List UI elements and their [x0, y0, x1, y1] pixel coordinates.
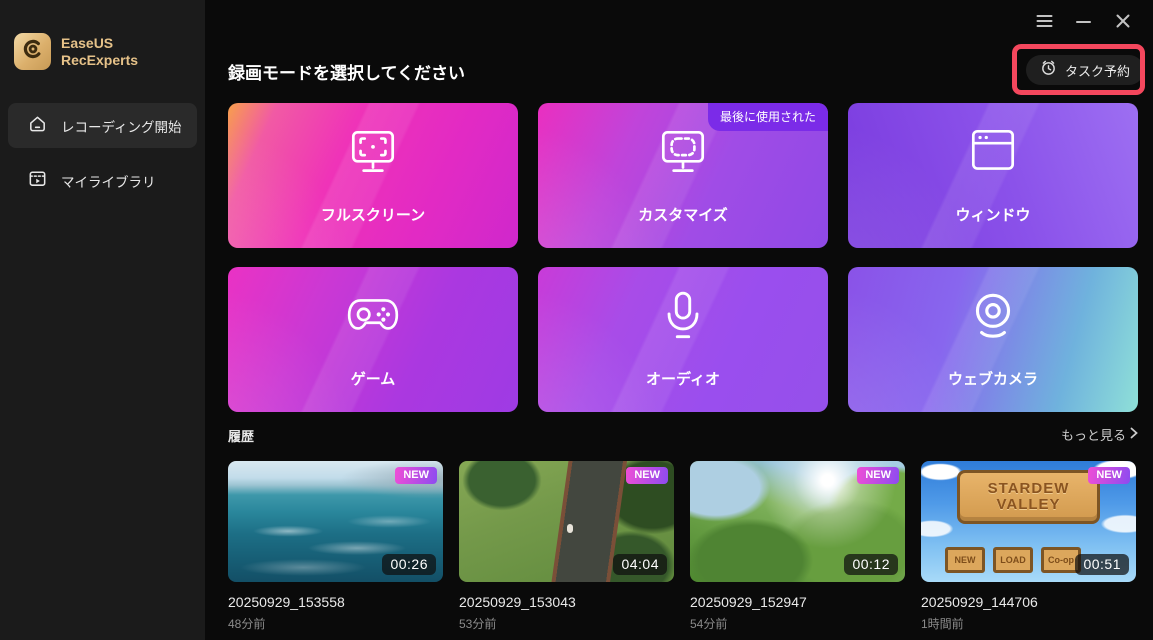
- close-icon: [1116, 14, 1130, 33]
- recording-filename: 20250929_144706: [921, 594, 1038, 610]
- mode-card-label: ゲーム: [350, 371, 396, 388]
- app-window: EaseUS RecExperts レコーディング開始 マイライブラリ 録画モー…: [0, 0, 1153, 640]
- mode-card-label: ウェブカメラ: [947, 371, 1038, 388]
- brand-line1: EaseUS: [61, 35, 114, 51]
- mode-card-label: オーディオ: [646, 371, 720, 388]
- window-menu-button[interactable]: [1033, 12, 1055, 34]
- duration-badge: 04:04: [613, 554, 667, 575]
- recording-filename: 20250929_153043: [459, 594, 576, 610]
- gamepad-icon: [344, 289, 402, 348]
- new-badge: NEW: [1088, 467, 1130, 484]
- history-thumbnail-park[interactable]: NEW 04:04: [459, 461, 674, 582]
- see-more-label: もっと見る: [1060, 428, 1126, 443]
- sidebar-item-label: レコーディング開始: [61, 119, 182, 135]
- webcam-icon: [964, 289, 1022, 348]
- mode-card-audio[interactable]: オーディオ: [538, 267, 828, 412]
- app-window-icon: [964, 125, 1022, 184]
- history-thumbnail-ocean[interactable]: NEW 00:26: [228, 461, 443, 582]
- game-title-sign: STARDEW VALLEY: [957, 470, 1100, 524]
- mode-card-label: カスタマイズ: [638, 207, 728, 224]
- hamburger-menu-icon: [1036, 14, 1053, 33]
- duration-badge: 00:26: [382, 554, 436, 575]
- mode-card-window[interactable]: ウィンドウ: [848, 103, 1138, 248]
- history-thumbnail-leaves[interactable]: NEW 00:12: [690, 461, 905, 582]
- chevron-right-icon: [1130, 426, 1138, 444]
- mode-card-webcam[interactable]: ウェブカメラ: [848, 267, 1138, 412]
- history-section-title: 履歴: [228, 429, 255, 444]
- microphone-icon: [654, 289, 712, 348]
- task-schedule-button[interactable]: タスク予約: [1026, 55, 1145, 85]
- sidebar: EaseUS RecExperts レコーディング開始 マイライブラリ: [0, 0, 205, 640]
- game-title-line2: VALLEY: [996, 496, 1061, 513]
- recording-filename: 20250929_153558: [228, 594, 345, 610]
- window-close-button[interactable]: [1112, 12, 1134, 34]
- recording-age: 48分前: [228, 617, 266, 631]
- duration-badge: 00:12: [844, 554, 898, 575]
- recording-age: 53分前: [459, 617, 497, 631]
- new-badge: NEW: [626, 467, 668, 484]
- mode-card-game[interactable]: ゲーム: [228, 267, 518, 412]
- custom-region-icon: [654, 125, 712, 184]
- alarm-clock-icon: [1040, 59, 1057, 81]
- recording-age: 54分前: [690, 617, 728, 631]
- page-title: 録画モードを選択してください: [228, 64, 465, 83]
- video-library-icon: [27, 168, 48, 194]
- home-icon: [27, 113, 48, 139]
- new-badge: NEW: [395, 467, 437, 484]
- window-minimize-button[interactable]: [1072, 12, 1094, 34]
- app-logo: [14, 33, 51, 70]
- mode-card-label: フルスクリーン: [320, 207, 426, 224]
- last-used-badge: 最後に使用された: [707, 103, 828, 131]
- recording-filename: 20250929_152947: [690, 594, 807, 610]
- history-thumbnail-stardew[interactable]: STARDEW VALLEY NEW LOAD Co-op NEW 00:51: [921, 461, 1136, 582]
- mode-card-fullscreen[interactable]: フルスクリーン: [228, 103, 518, 248]
- task-schedule-label: タスク予約: [1065, 63, 1131, 79]
- sidebar-item-label: マイライブラリ: [61, 174, 156, 190]
- game-menu-button-load: LOAD: [993, 547, 1033, 573]
- mode-card-customize[interactable]: 最後に使用された カスタマイズ: [538, 103, 828, 248]
- sidebar-item-start-recording[interactable]: レコーディング開始: [8, 103, 197, 148]
- easeus-logo-icon: [20, 36, 46, 67]
- brand-name: EaseUS RecExperts: [61, 35, 138, 69]
- new-badge: NEW: [857, 467, 899, 484]
- mode-card-label: ウィンドウ: [955, 207, 1031, 224]
- brand-line2: RecExperts: [61, 52, 139, 68]
- fullscreen-monitor-icon: [344, 125, 402, 184]
- minimize-icon: [1075, 14, 1091, 33]
- game-menu-button-new: NEW: [945, 547, 985, 573]
- thumbnail-person-shape: [566, 523, 573, 533]
- recording-age: 1時間前: [921, 617, 964, 631]
- sidebar-item-my-library[interactable]: マイライブラリ: [8, 158, 197, 203]
- see-more-link[interactable]: もっと見る: [1061, 425, 1138, 444]
- duration-badge: 00:51: [1075, 554, 1129, 575]
- game-title-line1: STARDEW: [987, 480, 1070, 498]
